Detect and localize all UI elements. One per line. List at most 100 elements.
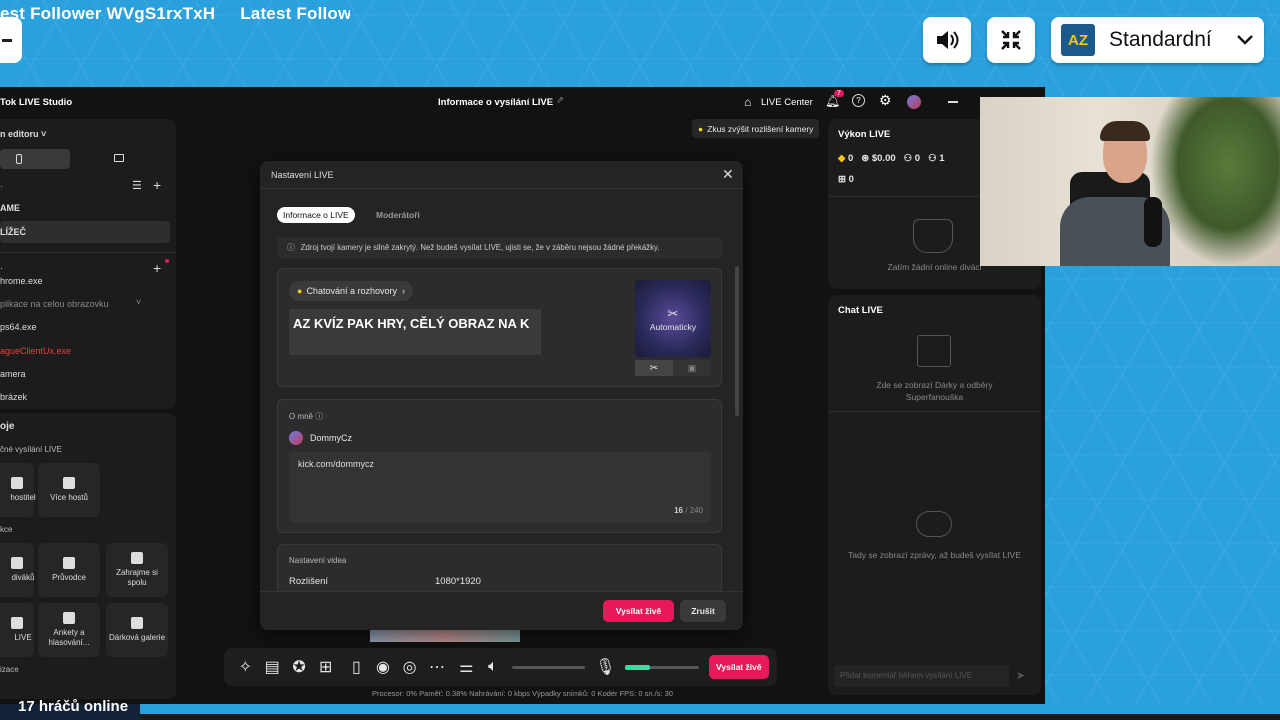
minimize-icon[interactable]	[948, 101, 958, 103]
bottom-toolbar: ✧ ▤ ✪ ⊞ ▯ ◉ ◎ ⋯ ⚌ 🔈︎ 🎙︎ Vysílat živě	[224, 648, 777, 686]
tab-moderators[interactable]: Moderátoři	[376, 210, 420, 220]
gear-icon[interactable]: ⚙	[879, 92, 892, 109]
user-row: DommyCz	[289, 431, 352, 445]
source-item[interactable]: ps64.exe	[0, 322, 37, 332]
editor-dropdown[interactable]: n editoru ˅	[0, 129, 46, 139]
tile-guide[interactable]: Průvodce	[38, 543, 100, 597]
gift-stat: ⊞ 0	[838, 174, 854, 185]
close-icon[interactable]: ✕	[722, 166, 734, 183]
image-thumb-button[interactable]: ▣	[673, 360, 711, 376]
tile-label: hostitel	[10, 493, 36, 502]
avatar	[289, 431, 303, 445]
scissors-icon: ✂	[667, 305, 679, 321]
tile-live[interactable]: LIVE	[0, 603, 34, 657]
divider	[828, 411, 1041, 412]
tile-more-hosts[interactable]: Více hostů	[38, 463, 100, 517]
scene-item-selected[interactable]: LÍŽEČ	[0, 221, 170, 243]
source-item[interactable]: agueClientUx.exe	[0, 346, 71, 356]
username: DommyCz	[310, 433, 352, 443]
add-source-icon[interactable]: +	[153, 260, 161, 276]
followers-stat: ⚇ 1	[928, 153, 945, 164]
collapse-arrows-icon	[1001, 30, 1021, 50]
portrait-mode-button[interactable]	[0, 149, 70, 169]
go-live-button[interactable]: Vysílat živě	[603, 600, 674, 622]
collapse-button[interactable]	[0, 17, 22, 63]
chevron-right-icon: ›	[402, 286, 405, 296]
avatar[interactable]	[907, 95, 921, 109]
tab-info[interactable]: Informace o LIVE	[277, 207, 355, 223]
scene-icon[interactable]: ⊞	[318, 659, 333, 676]
magic-wand-icon[interactable]: ✧	[238, 659, 253, 676]
shrink-button[interactable]	[987, 17, 1035, 63]
mic-level-slider[interactable]	[625, 664, 699, 670]
landscape-icon[interactable]	[114, 154, 124, 162]
chat-title: Chat LIVE	[838, 305, 883, 316]
volume-button[interactable]	[923, 17, 971, 63]
comment-input[interactable]: Přidat komentář během vysílání LIVE	[834, 665, 1009, 687]
phone-icon[interactable]: ▯	[349, 659, 364, 676]
tile-viewers[interactable]: diváků	[0, 543, 35, 597]
volume-slider[interactable]	[512, 665, 586, 669]
tile-label: diváků	[11, 573, 35, 582]
phone-icon	[16, 154, 22, 164]
stat-value: 0	[848, 174, 854, 185]
bio-text: kick.com/dommycz	[298, 459, 375, 469]
live-center-link[interactable]: LIVE Center	[761, 97, 813, 108]
chat-bubble-icon	[916, 511, 952, 537]
help-icon: ⓘ	[315, 412, 324, 421]
video-settings-label: Nastavení videa	[289, 556, 347, 565]
tile-label: Dárková galerie	[108, 633, 166, 642]
video-settings-card: Nastavení videa Rozlišení 1080*1920	[277, 544, 722, 594]
send-icon[interactable]: ➤	[1016, 669, 1025, 682]
share-icon[interactable]: ⇗	[556, 95, 564, 106]
language-label: Standardní	[1109, 28, 1212, 51]
diamond-stat: ◆ 0	[838, 153, 853, 164]
thumbnail[interactable]: ✂ Automaticky	[635, 280, 711, 357]
section-organization: izace	[0, 665, 19, 674]
language-selector[interactable]: AZ Standardní	[1051, 17, 1264, 63]
tile-polls[interactable]: Ankety a hlasování...	[38, 603, 100, 657]
resolution-value[interactable]: 1080*1920	[435, 576, 481, 587]
tools-title: oje	[0, 421, 15, 432]
stat-value: $0.00	[871, 153, 896, 164]
users-icon	[63, 477, 75, 489]
sliders-icon[interactable]: ⚌	[459, 659, 474, 676]
home-icon[interactable]: ⌂	[744, 95, 751, 109]
chevron-icon[interactable]: ˅	[136, 297, 141, 307]
help-icon[interactable]: ?	[852, 94, 865, 107]
camera-tip[interactable]: ● Zkus zvýšit rozlišení kamery	[692, 119, 820, 138]
stream-title-input[interactable]: AZ KVÍZ PAK HRY, CĚLÝ OBRAZ NA K	[289, 309, 541, 355]
source-item[interactable]: plikace na celou obrazovku	[0, 299, 109, 309]
microphone-shape	[1144, 197, 1162, 247]
ticker-text-1: est Follower WVgS1rxTxH	[0, 4, 216, 23]
sources-dot: ·	[0, 263, 3, 273]
tile-host[interactable]: hostitel	[0, 463, 36, 517]
speaker-icon[interactable]: 🔈︎	[486, 658, 501, 675]
category-chip[interactable]: ● Chatování a rozhovory ›	[289, 281, 413, 301]
camera-warning: ⓘ Zdroj tvojí kamery je silně zakrytý. Ne…	[277, 237, 722, 258]
tile-play-together[interactable]: Zahrajme si spolu	[106, 543, 168, 597]
bottom-overlay: 17 hráčů online	[0, 698, 1280, 720]
source-item[interactable]: brázek	[0, 392, 27, 402]
players-online: 17 hráčů online	[18, 698, 129, 715]
source-item[interactable]: hrome.exe	[0, 276, 43, 286]
auto-thumb-button[interactable]: ✂	[635, 360, 673, 376]
minus-icon	[2, 38, 12, 42]
bio-textarea[interactable]: kick.com/dommycz 16 / 240	[289, 452, 711, 523]
go-live-button[interactable]: Vysílat živě	[708, 655, 770, 679]
tile-gift-gallery[interactable]: Dárková galerie	[106, 603, 168, 657]
target-icon[interactable]: ◎	[402, 659, 417, 676]
add-scene-icon[interactable]: +	[153, 177, 161, 193]
gifts-placeholder: Zde se zobrazí Dárky a odběry Superfanou…	[876, 380, 993, 402]
list-icon[interactable]: ☰	[132, 179, 142, 192]
microphone-icon[interactable]: 🎙︎	[595, 659, 615, 676]
source-item[interactable]: amera	[0, 369, 26, 379]
scrollbar[interactable]	[735, 266, 739, 416]
layout-icon[interactable]: ▤	[265, 659, 280, 676]
live-settings-dialog: Nastavení LIVE ✕ Informace o LIVE Moderá…	[260, 161, 743, 630]
more-icon[interactable]: ⋯	[429, 659, 445, 676]
cancel-button[interactable]: Zrušit	[680, 600, 726, 622]
record-icon[interactable]: ◉	[376, 659, 391, 676]
effects-icon[interactable]: ✪	[292, 659, 307, 676]
scene-item-1[interactable]: AME	[0, 203, 20, 213]
